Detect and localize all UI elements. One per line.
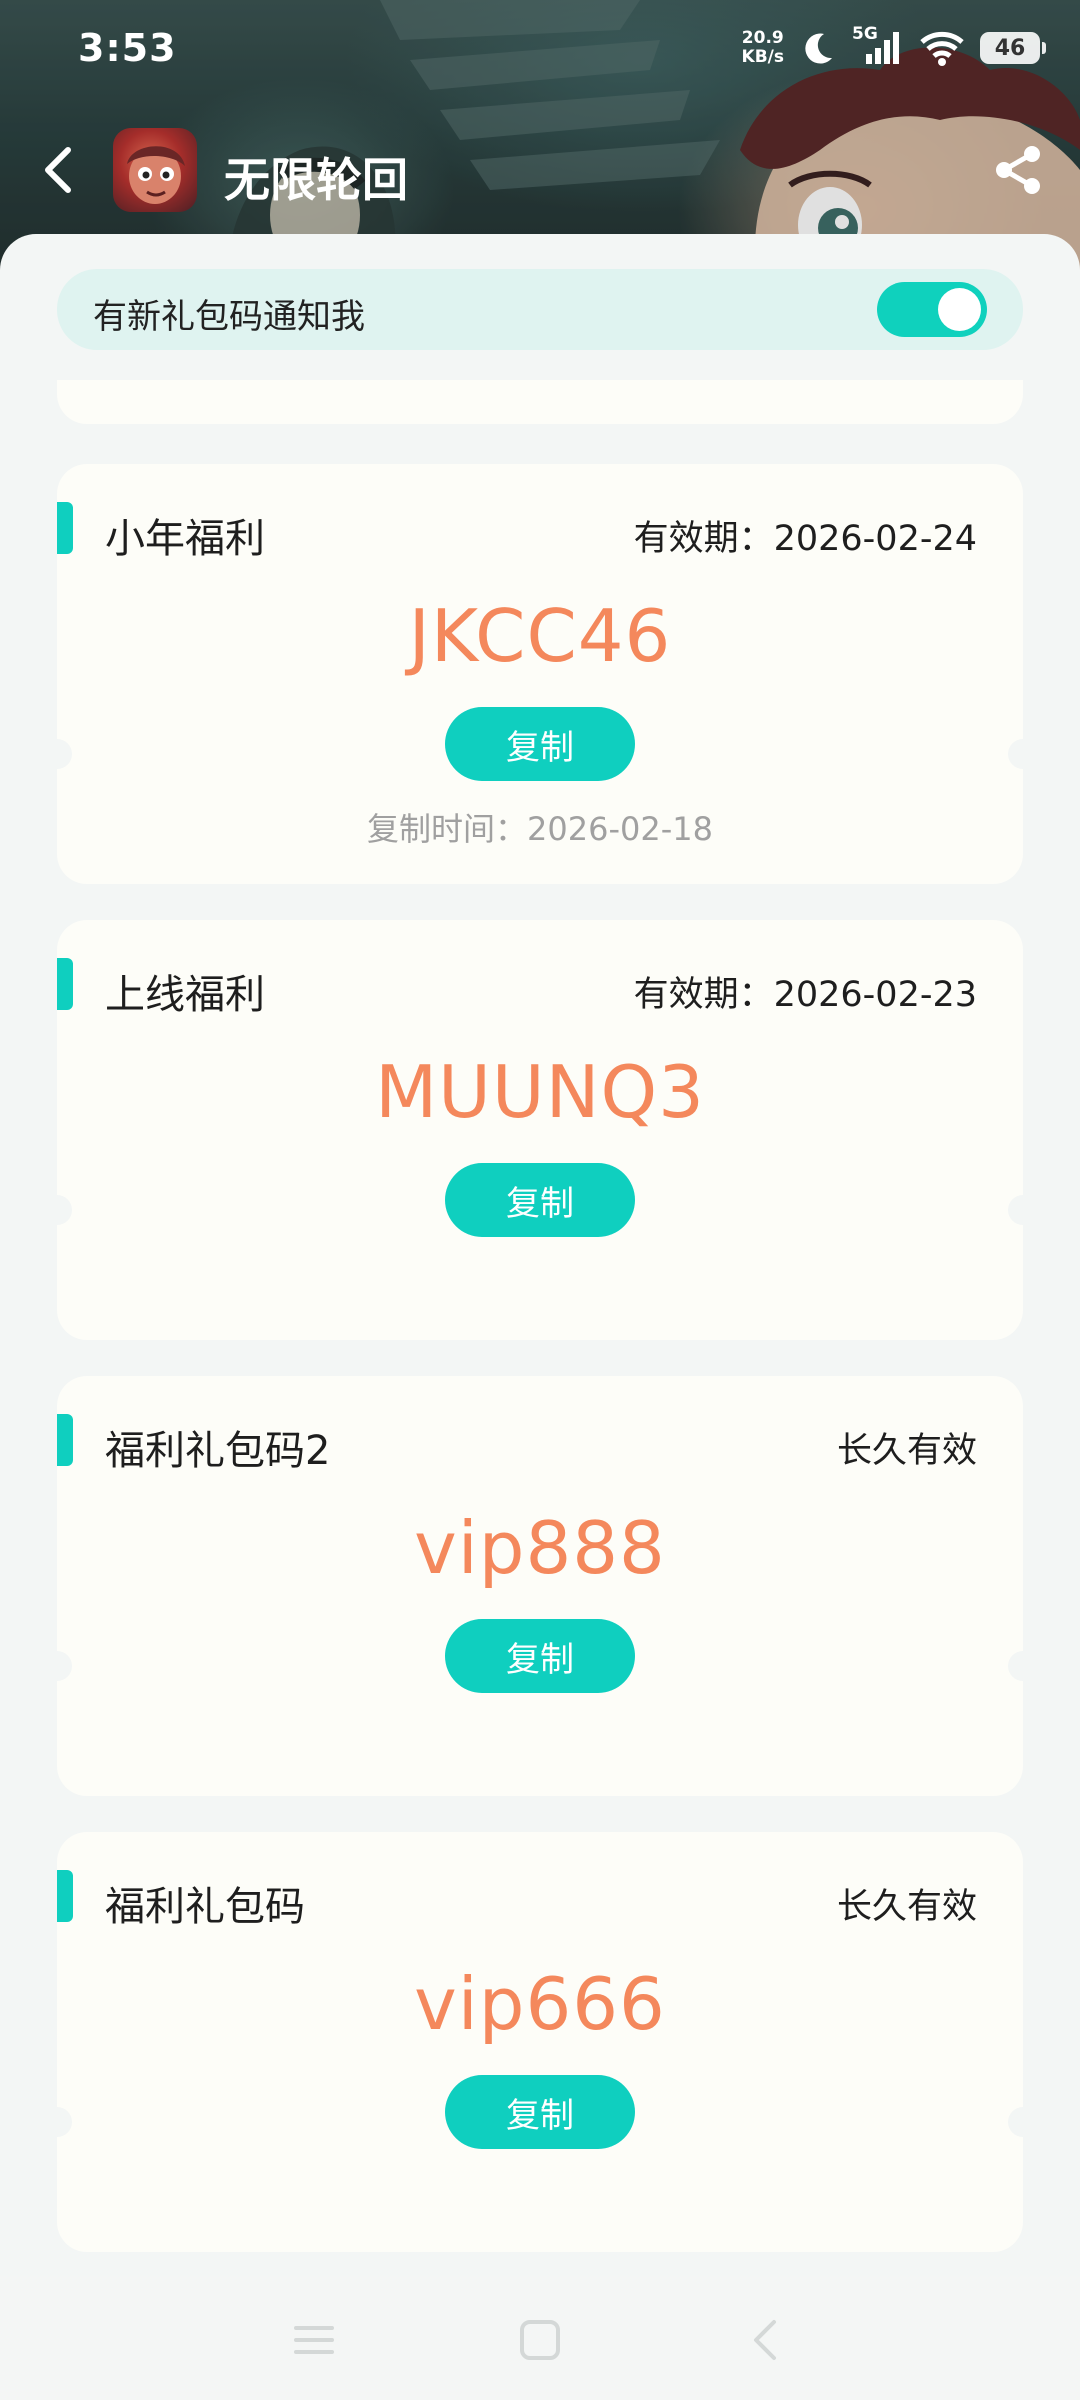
- gift-code: vip888: [414, 1506, 666, 1590]
- gift-code: vip666: [414, 1962, 666, 2046]
- wifi-icon: [920, 31, 964, 66]
- gift-code-card: 小年福利 有效期：2026-02-24 JKCC46 复制 复制时间：2026-…: [42, 464, 1038, 884]
- card-title: 上线福利: [105, 972, 265, 1018]
- gift-code-card: 福利礼包码 长久有效 vip666 复制: [42, 1832, 1038, 2252]
- copy-button[interactable]: 复制: [445, 707, 635, 781]
- card-validity: 有效期：2026-02-24: [633, 519, 977, 559]
- network-speed-unit: KB/s: [741, 47, 784, 67]
- copy-button[interactable]: 复制: [445, 1619, 635, 1693]
- copy-button[interactable]: 复制: [445, 1163, 635, 1237]
- page-title: 无限轮回: [224, 153, 408, 207]
- share-icon[interactable]: [990, 142, 1046, 198]
- gift-code-card: 福利礼包码2 长久有效 vip888 复制: [42, 1376, 1038, 1796]
- chevron-left-icon[interactable]: [38, 142, 78, 198]
- signal-icon: 5G: [852, 24, 904, 68]
- card-validity: 长久有效: [836, 1887, 977, 1927]
- gift-code: MUUNQ3: [375, 1050, 705, 1134]
- card-title: 福利礼包码2: [105, 1428, 331, 1474]
- notify-toggle[interactable]: [877, 282, 987, 337]
- status-icons: 20.9 KB/s 5G 46: [742, 24, 1046, 68]
- gift-code-card: 上线福利 有效期：2026-02-23 MUUNQ3 复制: [42, 920, 1038, 1340]
- network-speed: 20.9 KB/s: [742, 29, 784, 67]
- card-title: 小年福利: [105, 516, 265, 562]
- status-time: 3:53: [78, 26, 177, 70]
- battery-icon: 46: [980, 32, 1046, 64]
- copy-button[interactable]: 复制: [445, 2075, 635, 2149]
- app-bar: 无限轮回: [0, 120, 1080, 220]
- copy-time: 复制时间：2026-02-18: [367, 810, 713, 848]
- card-validity: 有效期：2026-02-23: [633, 975, 977, 1015]
- system-nav-bar: [0, 2276, 1080, 2400]
- toggle-knob: [938, 288, 981, 331]
- card-accent-bar: [57, 502, 73, 554]
- network-speed-value: 20.9: [741, 28, 784, 48]
- gift-code: JKCC46: [408, 594, 672, 678]
- home-icon[interactable]: [516, 2316, 564, 2364]
- status-bar: 3:53 20.9 KB/s 5G 46: [0, 0, 1080, 100]
- notify-row: 有新礼包码通知我: [57, 269, 1023, 350]
- card-accent-bar: [57, 1414, 73, 1466]
- back-icon[interactable]: [742, 2316, 790, 2364]
- card-validity: 长久有效: [836, 1431, 977, 1471]
- card-title: 福利礼包码: [105, 1884, 305, 1930]
- notify-label: 有新礼包码通知我: [93, 297, 365, 337]
- battery-level: 46: [994, 35, 1026, 61]
- card-accent-bar: [57, 1870, 73, 1922]
- menu-icon[interactable]: [290, 2316, 338, 2364]
- content-sheet: 有新礼包码通知我 小年福利 有效期：2026-02-24 JKCC46 复制 复…: [0, 234, 1080, 2400]
- moon-icon: [805, 33, 832, 64]
- card-accent-bar: [57, 958, 73, 1010]
- game-icon: [113, 128, 197, 212]
- previous-card-peek: [57, 380, 1023, 424]
